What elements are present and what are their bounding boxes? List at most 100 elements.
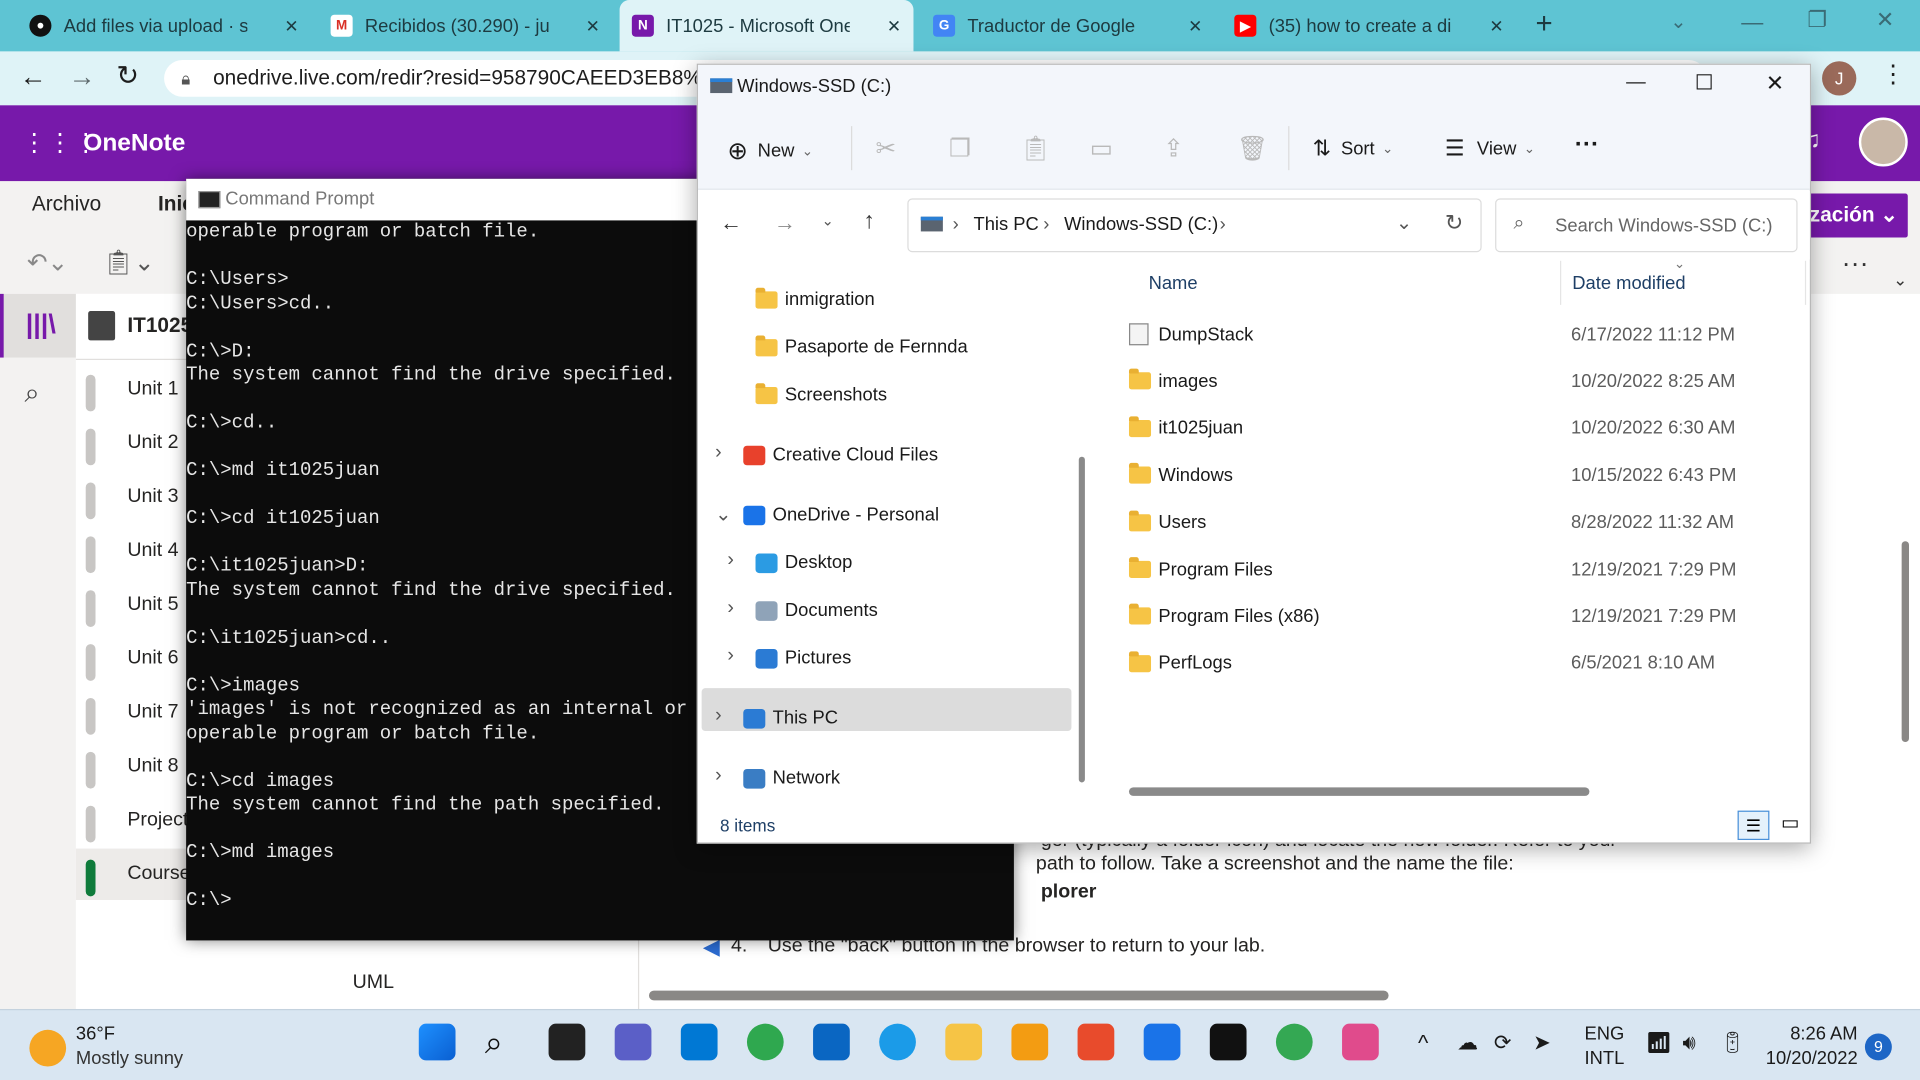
- chevron-down-icon[interactable]: ⌄: [1396, 211, 1412, 235]
- cut-icon[interactable]: ✂: [876, 133, 897, 164]
- breadcrumb-this-pc[interactable]: This PC: [973, 214, 1038, 235]
- weather-desc[interactable]: Mostly sunny: [76, 1048, 183, 1069]
- search-icon[interactable]: ⌕: [24, 377, 39, 409]
- share-icon[interactable]: ⇪: [1163, 133, 1184, 164]
- chevron-down-icon[interactable]: ⌄: [1893, 269, 1907, 290]
- chevron-right-icon[interactable]: ›: [727, 598, 734, 620]
- start-icon[interactable]: [418, 1023, 456, 1061]
- share-button[interactable]: zación ⌄: [1804, 193, 1908, 238]
- mail-icon[interactable]: [1143, 1023, 1181, 1061]
- minimize-icon[interactable]: —: [1741, 10, 1763, 36]
- menu-archivo[interactable]: Archivo: [32, 192, 101, 216]
- language-code[interactable]: ENG: [1585, 1024, 1625, 1045]
- minimize-icon[interactable]: —: [1626, 72, 1646, 94]
- nav-item[interactable]: Screenshots: [755, 382, 887, 405]
- chevron-right-icon[interactable]: ›: [715, 705, 722, 727]
- section-item[interactable]: Unit 1: [127, 378, 178, 400]
- onedrive-icon[interactable]: ☁: [1457, 1031, 1478, 1055]
- undo-icon[interactable]: ↶⌄: [27, 247, 68, 278]
- copy-icon[interactable]: ❐: [949, 133, 971, 164]
- view-button[interactable]: ☰ View ⌄: [1445, 136, 1535, 162]
- horizontal-scrollbar[interactable]: [648, 990, 1389, 1001]
- search-icon[interactable]: ⌕: [485, 1024, 503, 1063]
- notification-badge[interactable]: 9: [1864, 1033, 1892, 1061]
- address-breadcrumb[interactable]: › This PC › Windows-SSD (C:) › ⌄ ↻: [907, 198, 1482, 253]
- new-button[interactable]: ⊕ New ⌄: [727, 136, 813, 167]
- wifi-icon[interactable]: 📶︎: [1646, 1031, 1672, 1055]
- paste-icon[interactable]: 📋︎: [1020, 133, 1051, 164]
- maximize-icon[interactable]: ☐: [1695, 71, 1714, 95]
- nav-item[interactable]: Pictures: [755, 648, 851, 669]
- up-icon[interactable]: ↑: [863, 208, 875, 235]
- refresh-icon[interactable]: ↻: [1445, 211, 1463, 237]
- search-input[interactable]: ⌕ Search Windows-SSD (C:): [1495, 198, 1798, 253]
- close-icon[interactable]: ✕: [1489, 15, 1503, 36]
- breadcrumb-drive[interactable]: Windows-SSD (C:): [1064, 214, 1218, 235]
- explorer-title-bar[interactable]: Windows-SSD (C:) — ☐ ✕: [697, 64, 1810, 109]
- section-item[interactable]: Unit 5: [127, 594, 178, 616]
- tab-github[interactable]: ● Add files via upload · s01 ✕: [17, 0, 311, 51]
- file-row[interactable]: PerfLogs 6/5/2021 8:10 AM: [1128, 641, 1790, 685]
- nav-item[interactable]: Documents: [755, 600, 878, 621]
- sort-button[interactable]: ⇅ Sort ⌄: [1313, 136, 1394, 162]
- send-icon[interactable]: ➤: [1533, 1031, 1550, 1055]
- nav-item[interactable]: This PC: [743, 708, 838, 729]
- user-avatar[interactable]: [1858, 117, 1908, 167]
- profile-avatar[interactable]: J: [1822, 61, 1857, 96]
- menu-icon[interactable]: ⋮: [1881, 59, 1905, 90]
- nav-item[interactable]: OneDrive - Personal: [743, 504, 939, 525]
- chrome-icon[interactable]: [1275, 1023, 1313, 1061]
- file-row[interactable]: it1025juan 10/20/2022 6:30 AM: [1128, 406, 1790, 450]
- paste-icon[interactable]: 📋︎⌄: [103, 247, 155, 278]
- section-item[interactable]: Unit 7: [127, 702, 178, 724]
- new-tab-button[interactable]: +: [1536, 7, 1553, 41]
- section-item[interactable]: Unit 6: [127, 648, 178, 670]
- close-window-icon[interactable]: ✕: [1876, 7, 1894, 33]
- close-icon[interactable]: ✕: [586, 15, 600, 36]
- clock-time[interactable]: 8:26 AM: [1790, 1024, 1857, 1045]
- nav-item[interactable]: Pasaporte de Fernnda: [755, 334, 968, 358]
- file-explorer-icon[interactable]: [945, 1023, 983, 1061]
- chevron-right-icon[interactable]: ›: [727, 550, 734, 572]
- reload-icon[interactable]: ↻: [116, 60, 139, 92]
- weather-sun-icon[interactable]: [29, 1029, 67, 1067]
- close-icon[interactable]: ✕: [887, 15, 901, 36]
- column-header-date[interactable]: Date modified: [1572, 273, 1685, 294]
- notebooks-nav[interactable]: |||\: [0, 293, 76, 358]
- close-icon[interactable]: ✕: [1766, 71, 1784, 97]
- file-row[interactable]: Program Files (x86) 12/19/2021 7:29 PM: [1128, 594, 1790, 638]
- edge-dev-icon[interactable]: [746, 1023, 784, 1061]
- column-header-name[interactable]: Name: [1149, 273, 1198, 294]
- horizontal-scrollbar[interactable]: [1128, 787, 1590, 796]
- delete-icon[interactable]: 🗑︎: [1237, 133, 1268, 164]
- l-app-icon[interactable]: [680, 1023, 718, 1061]
- task-view-icon[interactable]: [548, 1023, 586, 1061]
- close-icon[interactable]: ✕: [1188, 15, 1202, 36]
- large-icons-view-icon[interactable]: ▭: [1776, 811, 1805, 840]
- edge-icon[interactable]: [879, 1023, 916, 1061]
- section-item[interactable]: Project: [127, 809, 188, 831]
- chevron-down-icon[interactable]: ⌄: [715, 502, 731, 526]
- vertical-scrollbar[interactable]: [1901, 541, 1909, 743]
- file-row[interactable]: DumpStack 6/17/2022 11:12 PM: [1128, 312, 1790, 356]
- language-layout[interactable]: INTL: [1585, 1048, 1625, 1069]
- file-row[interactable]: Users 8/28/2022 11:32 AM: [1128, 500, 1790, 544]
- recent-locations-icon[interactable]: ⌄: [822, 212, 834, 229]
- tab-translate[interactable]: G Traductor de Google ✕: [921, 0, 1215, 51]
- app-icon[interactable]: [1011, 1023, 1049, 1061]
- tab-search-icon[interactable]: ⌄: [1670, 10, 1686, 34]
- more-options-button[interactable]: ···: [1575, 131, 1599, 159]
- close-icon[interactable]: ✕: [284, 15, 298, 36]
- file-row[interactable]: Program Files 12/19/2021 7:29 PM: [1128, 547, 1790, 591]
- more-icon[interactable]: ···: [1842, 247, 1869, 279]
- sync-icon[interactable]: ⟳: [1494, 1031, 1511, 1055]
- nav-item[interactable]: inmigration: [755, 287, 875, 310]
- chevron-right-icon[interactable]: ›: [715, 442, 722, 464]
- terminal-icon[interactable]: [1209, 1023, 1247, 1061]
- nav-item[interactable]: Creative Cloud Files: [743, 444, 938, 465]
- office-icon[interactable]: [1077, 1023, 1115, 1061]
- restore-icon[interactable]: ❐: [1807, 7, 1827, 33]
- forward-icon[interactable]: →: [69, 61, 96, 93]
- chevron-up-icon[interactable]: ^: [1418, 1031, 1428, 1057]
- back-icon[interactable]: ←: [20, 61, 47, 93]
